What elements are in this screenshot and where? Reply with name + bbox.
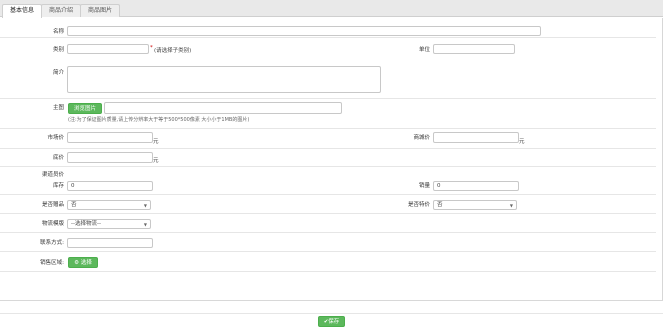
select-region-label: 选择 [80,260,92,266]
contact-label: 联系方式: [40,240,64,246]
contact-input[interactable] [67,238,153,248]
browse-image-button[interactable]: 浏览图片 [68,103,102,114]
row-main-image: 主图 浏览图片 (注:为了保证图片质量,请上传分辨率大于等于500*500像素 … [0,99,656,129]
logistics-label: 物流模版 [41,221,64,227]
row-price: 市场价 元 商城价 元 [0,129,656,149]
row-intro: 简介 [0,56,656,99]
special-label: 是否特价 [407,202,430,208]
chevron-down-icon: ▼ [509,203,513,208]
logistics-select[interactable]: --选择物流-- ▼ [67,219,151,229]
category-hint: (请选择子类别) [154,48,192,54]
tab-product-intro[interactable]: 商品介绍 [41,4,82,17]
tab-bar: 基本信息 商品介绍 商品图片 [0,0,663,18]
form-container: 名称 类别 * (请选择子类别) 单位 简介 主图 浏览图片 (注:为了保证图片… [0,18,663,300]
image-path-input[interactable] [104,102,342,114]
market-price-label: 市场价 [47,135,64,141]
mall-price-label: 商城价 [413,135,430,141]
divider [0,300,663,301]
chevron-down-icon: ▼ [143,203,147,208]
gift-label: 是否赠品 [41,202,64,208]
save-button[interactable]: ✔保存 [318,316,345,327]
unit-input[interactable] [433,44,515,54]
sales-input[interactable]: 0 [433,181,519,191]
unit-label: 单位 [418,47,430,53]
gift-select[interactable]: 否 ▼ [67,200,151,210]
gear-icon: ⚙ [74,260,80,266]
base-price-label: 底价 [52,155,64,161]
special-select[interactable]: 否 ▼ [433,200,517,210]
name-input[interactable] [67,26,541,36]
row-name: 名称 [0,22,656,38]
gift-select-value: 否 [71,202,77,208]
divider [0,313,663,314]
intro-label: 简介 [52,70,64,76]
mall-price-unit: 元 [519,139,525,145]
select-region-button[interactable]: ⚙ 选择 [68,257,98,268]
tab-product-images[interactable]: 商品图片 [80,4,121,17]
logistics-select-value: --选择物流-- [71,221,101,227]
mall-price-input[interactable] [433,132,519,143]
intro-textarea[interactable] [67,66,381,93]
main-image-label: 主图 [52,105,64,111]
row-category: 类别 * (请选择子类别) 单位 [0,38,656,56]
row-logistics: 物流模版 --选择物流-- ▼ [0,214,656,233]
base-price-input[interactable] [67,152,153,163]
category-label: 类别 [52,47,64,53]
category-input[interactable] [67,44,149,54]
stock-input[interactable]: 0 [67,181,153,191]
row-base-price: 底价 元 [0,149,656,167]
image-hint: (注:为了保证图片质量,请上传分辨率大于等于500*500像素 大小小于1MB的… [68,117,250,123]
chevron-down-icon: ▼ [143,222,147,227]
save-button-label: 保存 [328,319,340,325]
stock-label: 库存 [52,183,64,189]
name-label: 名称 [52,29,64,35]
required-mark: * [150,45,153,51]
tab-basic-info[interactable]: 基本信息 [2,4,43,18]
row-gift: 是否赠品 否 ▼ 是否特价 否 ▼ [0,195,656,214]
row-stock: 库存 0 销量 0 [0,177,656,195]
row-region: 销售区域: ⚙ 选择 [0,252,656,272]
region-label: 销售区域: [40,260,64,266]
market-price-unit: 元 [153,139,159,145]
market-price-input[interactable] [67,132,153,143]
sales-label: 销量 [418,183,430,189]
base-price-unit: 元 [153,158,159,164]
row-member-price: 渠道员价 [0,167,656,178]
row-contact: 联系方式: [0,233,656,252]
special-select-value: 否 [437,202,443,208]
